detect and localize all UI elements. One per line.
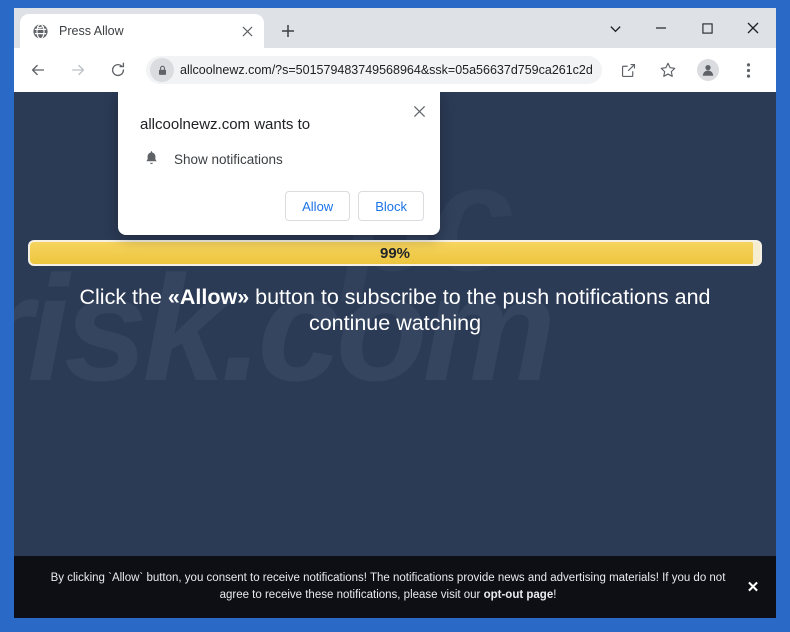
dialog-permission-row: Show notifications xyxy=(140,151,424,167)
tab-search-chevron-down-icon[interactable] xyxy=(592,8,638,48)
headline-before: Click the xyxy=(79,285,168,309)
consent-text-before: By clicking `Allow` button, you consent … xyxy=(50,572,726,601)
url-text[interactable]: allcoolnewz.com/?s=501579483749568964&ss… xyxy=(180,63,592,77)
allow-button[interactable]: Allow xyxy=(285,191,351,221)
forward-arrow-icon[interactable] xyxy=(61,53,95,87)
tab-strip: Press Allow xyxy=(14,8,776,48)
lock-icon[interactable] xyxy=(150,58,174,82)
maximize-button[interactable] xyxy=(684,8,730,48)
browser-window: Press Allow allcoolnewz.com/?s=501579483… xyxy=(14,8,776,618)
block-button[interactable]: Block xyxy=(358,191,424,221)
profile-avatar-icon[interactable] xyxy=(691,53,725,87)
progress-bar: 99% xyxy=(28,240,762,266)
globe-icon xyxy=(32,23,49,40)
close-window-button[interactable] xyxy=(730,8,776,48)
tab-close-icon[interactable] xyxy=(238,22,256,40)
page-viewport: pc risk.com 99% Click the «Allow» button… xyxy=(14,92,776,618)
banner-close-icon[interactable]: ✕ xyxy=(740,578,766,596)
page-headline: Click the «Allow» button to subscribe to… xyxy=(38,284,752,336)
browser-toolbar: allcoolnewz.com/?s=501579483749568964&ss… xyxy=(14,48,776,92)
screenshot-frame: Press Allow allcoolnewz.com/?s=501579483… xyxy=(0,0,790,632)
notification-permission-dialog: allcoolnewz.com wants to Show notificati… xyxy=(118,92,440,235)
dialog-close-icon[interactable] xyxy=(408,100,430,122)
progress-percent-label: 99% xyxy=(379,244,411,262)
minimize-button[interactable] xyxy=(638,8,684,48)
dialog-permission-label: Show notifications xyxy=(174,151,283,167)
address-bar[interactable]: allcoolnewz.com/?s=501579483749568964&ss… xyxy=(146,56,602,84)
consent-text-after: ! xyxy=(553,589,557,601)
consent-banner-text: By clicking `Allow` button, you consent … xyxy=(36,570,740,604)
browser-tab[interactable]: Press Allow xyxy=(20,14,264,48)
tab-title: Press Allow xyxy=(59,24,124,38)
dialog-actions: Allow Block xyxy=(134,191,424,221)
three-dot-menu-icon[interactable] xyxy=(731,53,765,87)
new-tab-button[interactable] xyxy=(274,17,302,45)
headline-after: button to subscribe to the push notifica… xyxy=(249,285,711,335)
share-icon[interactable] xyxy=(611,53,645,87)
dialog-title: allcoolnewz.com wants to xyxy=(140,116,311,133)
consent-banner: By clicking `Allow` button, you consent … xyxy=(14,556,776,618)
back-arrow-icon[interactable] xyxy=(21,53,55,87)
bell-icon xyxy=(140,151,162,167)
star-icon[interactable] xyxy=(651,53,685,87)
reload-icon[interactable] xyxy=(101,53,135,87)
avatar xyxy=(697,59,719,81)
headline-emphasis: «Allow» xyxy=(167,285,250,309)
window-controls xyxy=(592,8,776,48)
opt-out-page-link[interactable]: opt-out page xyxy=(484,589,554,601)
